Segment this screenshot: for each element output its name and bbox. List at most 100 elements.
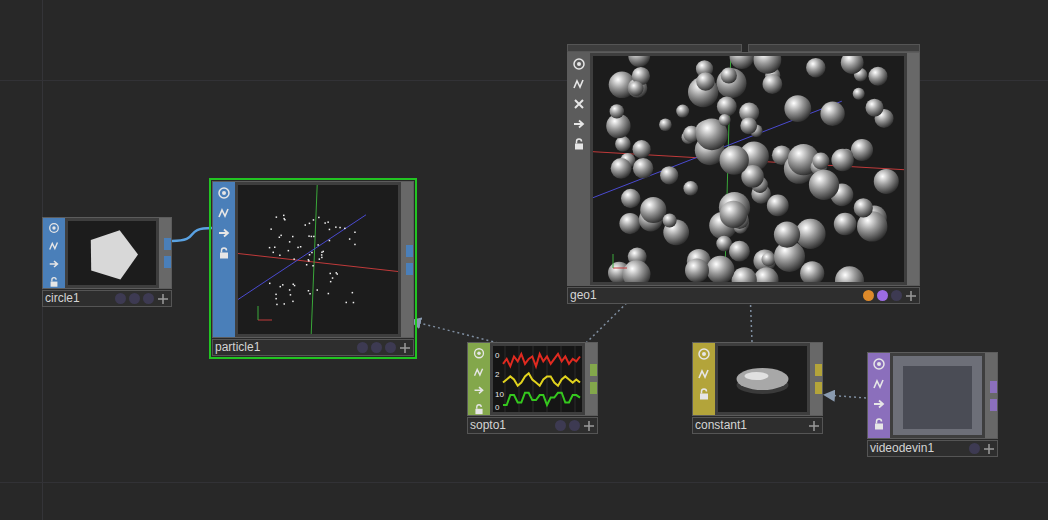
chart-series — [503, 354, 580, 366]
output-connector[interactable] — [406, 263, 413, 275]
arrow-icon[interactable] — [472, 384, 486, 397]
y-axis — [311, 185, 317, 334]
node-flag[interactable] — [115, 293, 126, 304]
viewer-icon[interactable] — [572, 57, 586, 71]
network-node[interactable]: constant1 — [692, 342, 823, 434]
network-node[interactable]: videodevin1 — [867, 352, 998, 457]
node-viewer[interactable] — [893, 356, 982, 435]
output-connector[interactable] — [164, 256, 171, 268]
output-connector[interactable] — [406, 245, 413, 257]
node-viewer[interactable] — [238, 185, 398, 334]
node-label-bar: videodevin1 — [867, 440, 998, 457]
network-node[interactable]: circle1 — [42, 217, 172, 307]
network-node[interactable]: particle1 — [212, 181, 414, 356]
node-flag[interactable] — [385, 342, 396, 353]
node-name[interactable]: circle1 — [43, 291, 112, 306]
plus-icon[interactable] — [583, 420, 595, 432]
arrow-icon[interactable] — [217, 226, 231, 240]
node-flag[interactable] — [969, 443, 980, 454]
arrow-icon[interactable] — [47, 258, 61, 270]
node-body — [212, 181, 414, 338]
node-flag[interactable] — [891, 290, 902, 301]
node-flag[interactable] — [569, 420, 580, 431]
bypass-icon[interactable] — [697, 367, 711, 381]
chart-label: 0 — [495, 351, 500, 360]
reference-wire — [412, 321, 498, 343]
chart-series — [503, 373, 580, 385]
node-name[interactable]: sopto1 — [468, 418, 552, 433]
network-canvas[interactable]: circle1particle1geo102100sopto1constant1… — [0, 0, 1048, 520]
viewer-icon[interactable] — [47, 222, 61, 234]
node-label-bar: constant1 — [692, 417, 823, 434]
viewer-render — [238, 185, 398, 334]
node-flag[interactable] — [357, 342, 368, 353]
bypass-icon[interactable] — [47, 240, 61, 252]
node-viewer[interactable] — [68, 221, 156, 285]
close-icon[interactable] — [572, 97, 586, 111]
lock-icon[interactable] — [217, 246, 231, 260]
output-connector[interactable] — [990, 399, 997, 411]
plus-icon[interactable] — [905, 290, 917, 302]
output-connector[interactable] — [590, 364, 597, 376]
chart-label: 0 — [495, 403, 500, 412]
plus-icon[interactable] — [983, 443, 995, 455]
node-toolbar — [693, 343, 715, 415]
chart-series — [503, 393, 580, 405]
node-viewer[interactable] — [718, 346, 807, 412]
node-label-bar: geo1 — [567, 287, 920, 304]
node-flag[interactable] — [863, 290, 874, 301]
node-viewer[interactable]: 02100 — [493, 346, 582, 412]
bypass-icon[interactable] — [472, 366, 486, 379]
bypass-icon[interactable] — [572, 77, 586, 91]
node-toolbar — [568, 53, 590, 285]
node-flag[interactable] — [371, 342, 382, 353]
plus-icon[interactable] — [808, 420, 820, 432]
node-flag[interactable] — [129, 293, 140, 304]
lock-icon[interactable] — [572, 137, 586, 151]
x-axis — [238, 254, 398, 272]
arrow-icon[interactable] — [872, 397, 886, 411]
lock-icon[interactable] — [47, 276, 61, 288]
network-node[interactable]: 02100sopto1 — [467, 342, 598, 434]
z-axis — [238, 215, 366, 300]
viewer-render — [68, 221, 156, 285]
header-bar — [567, 44, 742, 52]
node-body — [867, 352, 998, 439]
node-name[interactable]: videodevin1 — [868, 441, 966, 456]
output-connector[interactable] — [164, 238, 171, 250]
node-flag[interactable] — [877, 290, 888, 301]
viewer-icon[interactable] — [472, 347, 486, 360]
node-toolbar — [213, 182, 235, 337]
viewer-render — [593, 56, 904, 282]
output-connector[interactable] — [815, 364, 822, 376]
node-toolbar — [468, 343, 490, 415]
node-outputs — [401, 182, 413, 337]
plus-icon[interactable] — [399, 342, 411, 354]
node-name[interactable]: constant1 — [693, 418, 805, 433]
viewer-icon[interactable] — [872, 357, 886, 371]
grid-line — [0, 482, 1048, 483]
viewer-icon[interactable] — [217, 186, 231, 200]
lock-icon[interactable] — [872, 417, 886, 431]
node-label-bar: sopto1 — [467, 417, 598, 434]
bypass-icon[interactable] — [217, 206, 231, 220]
output-connector[interactable] — [815, 382, 822, 394]
node-outputs — [907, 53, 919, 285]
bypass-icon[interactable] — [872, 377, 886, 391]
arrow-icon[interactable] — [572, 117, 586, 131]
node-toolbar — [868, 353, 890, 438]
node-body — [567, 52, 920, 286]
lock-icon[interactable] — [697, 387, 711, 401]
plus-icon[interactable] — [157, 293, 169, 305]
node-viewer[interactable] — [593, 56, 904, 282]
node-flag[interactable] — [555, 420, 566, 431]
lock-icon[interactable] — [472, 403, 486, 416]
node-name[interactable]: particle1 — [213, 340, 354, 355]
network-node[interactable]: geo1 — [567, 52, 920, 304]
node-flag[interactable] — [143, 293, 154, 304]
node-name[interactable]: geo1 — [568, 288, 860, 303]
viewer-icon[interactable] — [697, 347, 711, 361]
output-connector[interactable] — [990, 381, 997, 393]
output-connector[interactable] — [590, 382, 597, 394]
node-outputs — [985, 353, 997, 438]
